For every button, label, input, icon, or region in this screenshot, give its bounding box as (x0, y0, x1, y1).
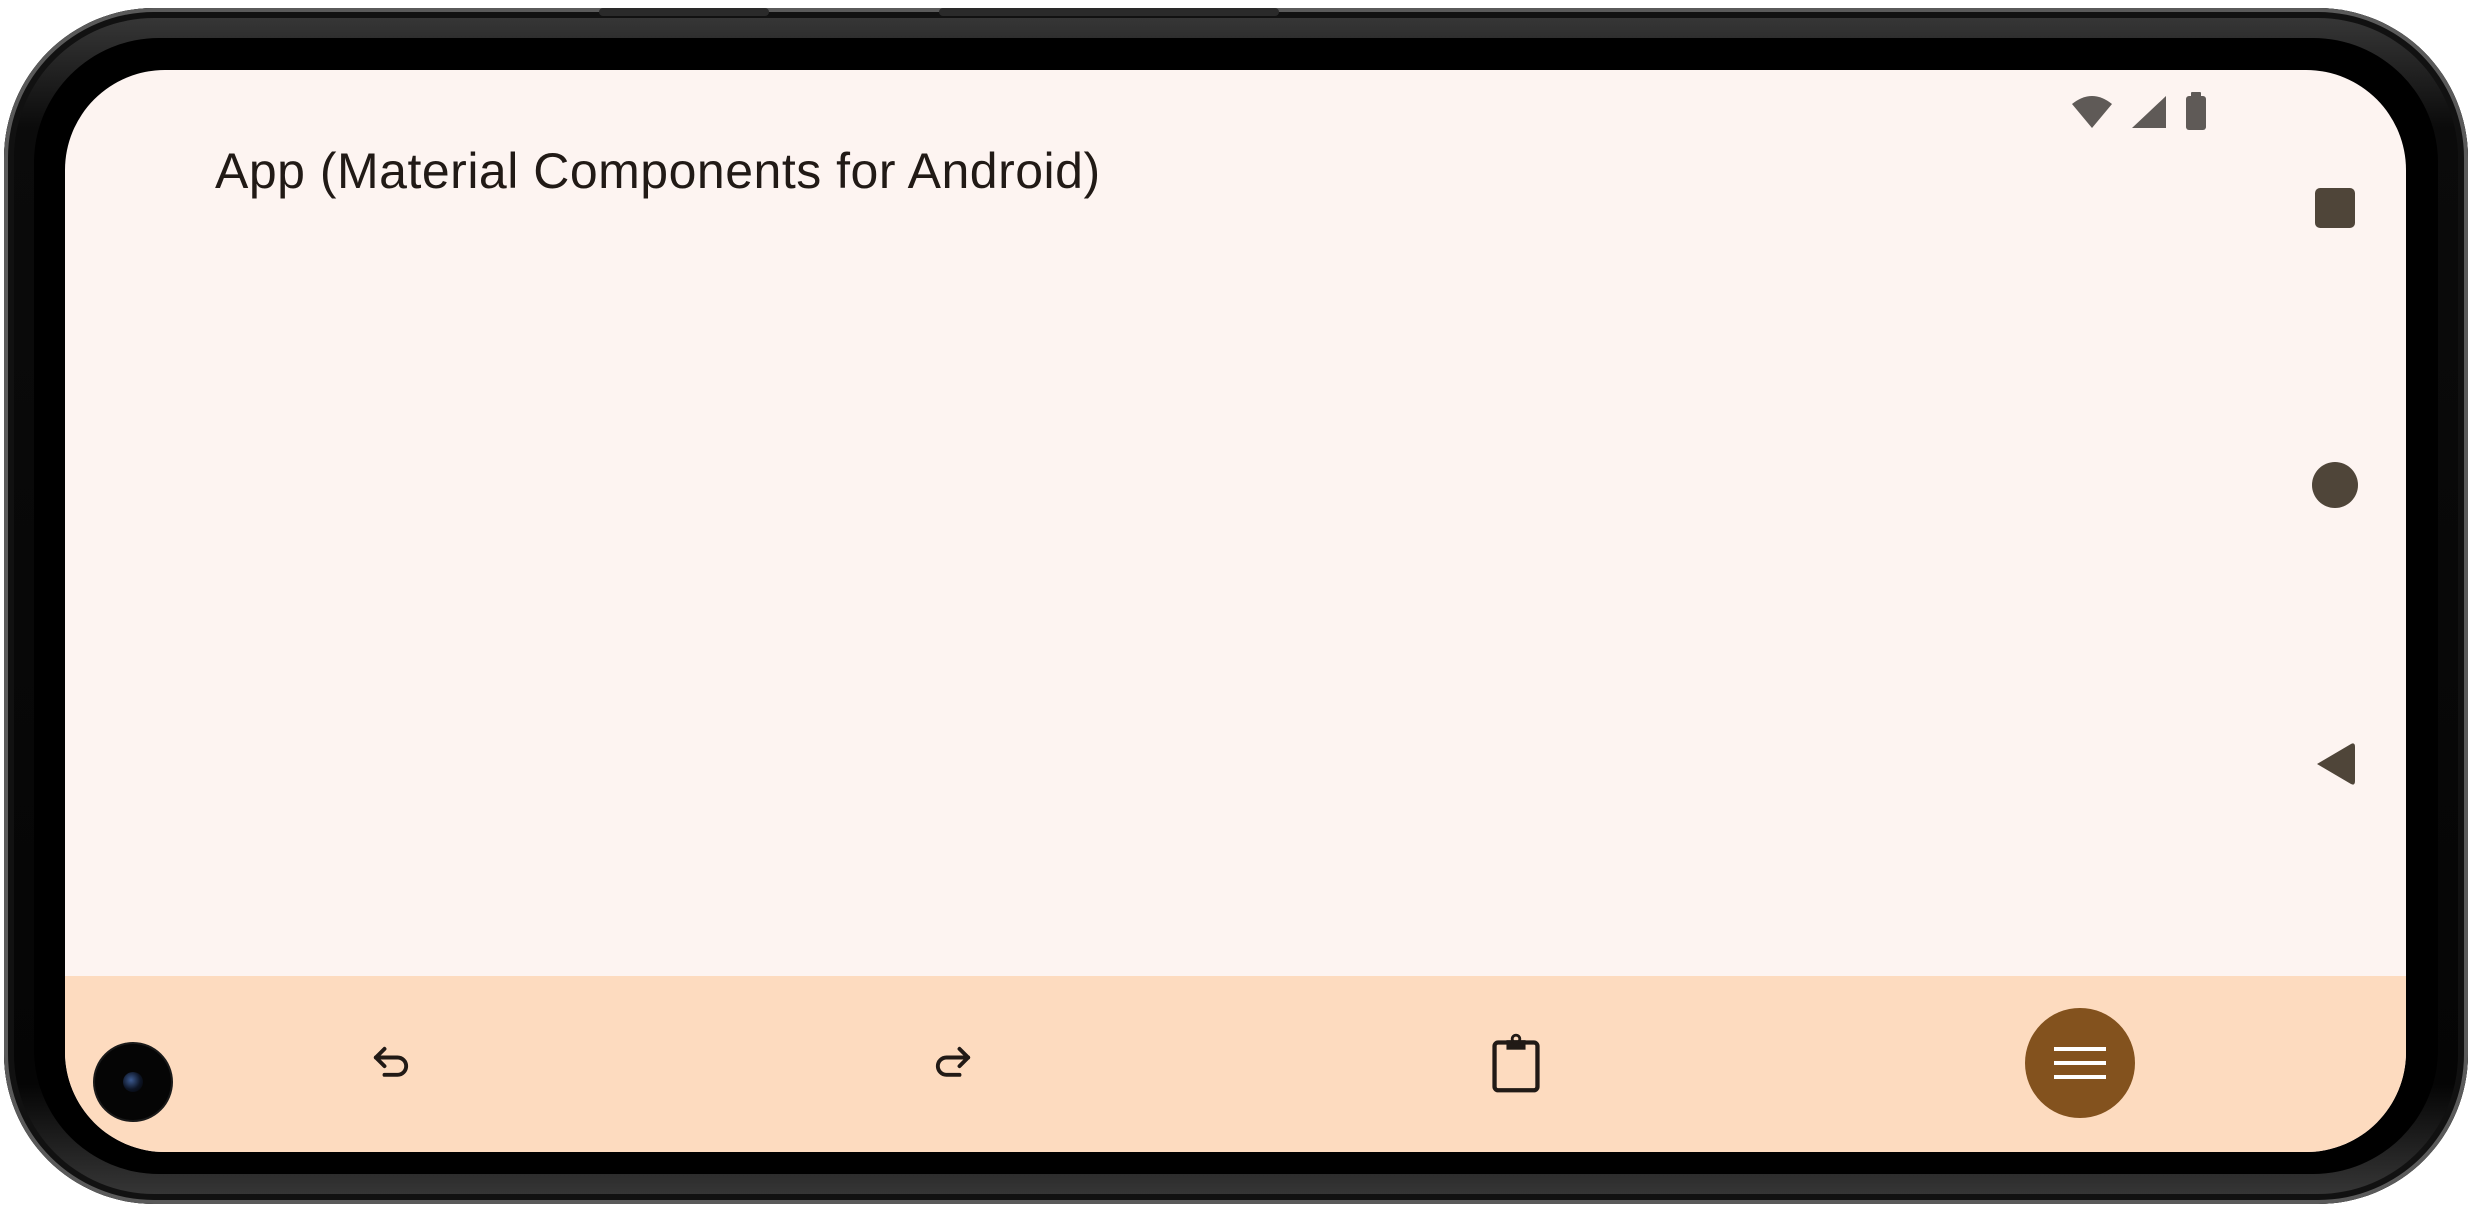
back-button[interactable] (2295, 724, 2375, 804)
clipboard-icon (1492, 1033, 1540, 1093)
redo-button[interactable] (905, 1016, 1001, 1112)
recents-icon (2315, 188, 2355, 228)
home-icon (2312, 462, 2358, 508)
camera-lens (123, 1072, 143, 1092)
battery-icon (2186, 92, 2206, 130)
app-title: App (Material Components for Android) (215, 143, 1101, 199)
back-icon (2317, 743, 2355, 785)
front-camera (95, 1044, 171, 1120)
recents-button[interactable] (2295, 168, 2375, 248)
wifi-icon (2072, 96, 2112, 128)
cellular-signal-icon (2132, 96, 2166, 128)
device-screen: App (Material Components for Android) (65, 70, 2406, 1152)
volume-button (599, 8, 769, 16)
undo-button[interactable] (343, 1016, 439, 1112)
undo-icon (373, 1046, 409, 1077)
home-button[interactable] (2295, 445, 2375, 525)
bottom-app-bar (65, 976, 2406, 1152)
clipboard-button[interactable] (1468, 1016, 1564, 1112)
navigation-bar (2295, 70, 2375, 970)
status-bar (2070, 88, 2208, 130)
redo-icon (935, 1046, 971, 1077)
power-button (939, 8, 1279, 16)
menu-icon (2054, 1047, 2106, 1079)
menu-fab[interactable] (2025, 1008, 2135, 1118)
